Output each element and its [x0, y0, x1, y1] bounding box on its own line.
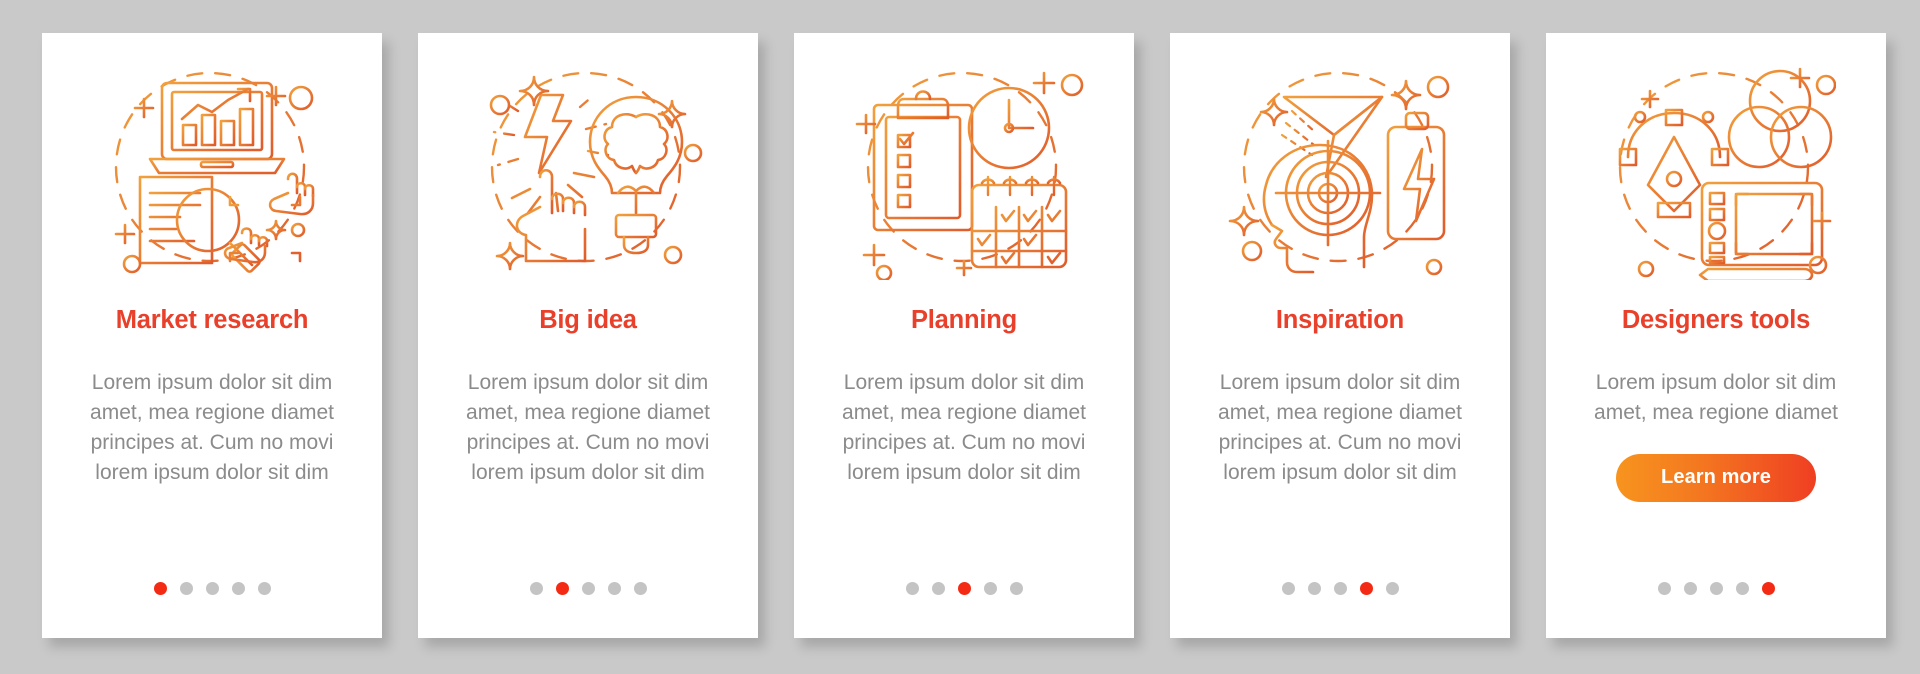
pagination-dots[interactable]: [1170, 582, 1510, 595]
pagination-dot[interactable]: [1735, 582, 1749, 595]
card-body-text: Lorem ipsum dolor sit dim amet, mea regi…: [90, 370, 334, 484]
learn-more-button[interactable]: Learn more: [1616, 453, 1816, 502]
onboarding-card-market-research[interactable]: Market research Lorem ipsum dolor sit di…: [42, 33, 382, 638]
pagination-dots[interactable]: [418, 582, 758, 595]
pagination-dots[interactable]: [794, 582, 1134, 595]
pagination-dot[interactable]: [179, 582, 193, 595]
pagination-dot[interactable]: [581, 582, 595, 595]
card-title: Big idea: [539, 306, 637, 334]
card-body-text: Lorem ipsum dolor sit dim amet, mea regi…: [466, 370, 710, 484]
pagination-dot[interactable]: [1281, 582, 1295, 595]
pagination-dot[interactable]: [529, 582, 543, 595]
planning-illustration: [855, 71, 1084, 280]
pagination-dot[interactable]: [983, 582, 997, 595]
onboarding-card-planning[interactable]: Planning Lorem ipsum dolor sit dim amet,…: [794, 33, 1134, 638]
onboarding-card-designers-tools[interactable]: Designers tools Lorem ipsum dolor sit di…: [1546, 33, 1886, 638]
card-title: Market research: [115, 306, 309, 334]
card-body-text: Lorem ipsum dolor sit dim amet, mea regi…: [842, 370, 1086, 484]
pagination-dot[interactable]: [153, 582, 167, 595]
inspiration-illustration: [1228, 71, 1450, 276]
pagination-dot[interactable]: [905, 582, 919, 595]
pagination-dot[interactable]: [257, 582, 271, 595]
market-research-illustration: [114, 71, 315, 274]
card-body-text: Lorem ipsum dolor sit dim amet, mea regi…: [1594, 370, 1838, 424]
card-title: Planning: [910, 306, 1018, 334]
pagination-dot[interactable]: [931, 582, 945, 595]
designers-tools-illustration: [1618, 67, 1836, 280]
pagination-dot[interactable]: [205, 582, 219, 595]
pagination-dots[interactable]: [1546, 582, 1886, 595]
pagination-dots[interactable]: [42, 582, 382, 595]
pagination-dot[interactable]: [1009, 582, 1023, 595]
pagination-dot[interactable]: [1709, 582, 1723, 595]
pagination-dot[interactable]: [1359, 582, 1373, 595]
big-idea-illustration: [489, 71, 703, 271]
card-body-text: Lorem ipsum dolor sit dim amet, mea regi…: [1218, 370, 1462, 484]
card-title: Designers tools: [1621, 306, 1811, 334]
pagination-dot[interactable]: [607, 582, 621, 595]
pagination-dot[interactable]: [633, 582, 647, 595]
pagination-dot[interactable]: [1657, 582, 1671, 595]
pagination-dot[interactable]: [1307, 582, 1321, 595]
onboarding-card-deck: Market research Lorem ipsum dolor sit di…: [0, 0, 1920, 674]
pagination-dot[interactable]: [231, 582, 245, 595]
card-title: Inspiration: [1275, 306, 1405, 334]
pagination-dot[interactable]: [555, 582, 569, 595]
pagination-dot[interactable]: [1683, 582, 1697, 595]
pagination-dot[interactable]: [1761, 582, 1775, 595]
onboarding-card-big-idea[interactable]: Big idea Lorem ipsum dolor sit dim amet,…: [418, 33, 758, 638]
pagination-dot[interactable]: [1385, 582, 1399, 595]
pagination-dot[interactable]: [957, 582, 971, 595]
onboarding-card-inspiration[interactable]: Inspiration Lorem ipsum dolor sit dim am…: [1170, 33, 1510, 638]
pagination-dot[interactable]: [1333, 582, 1347, 595]
